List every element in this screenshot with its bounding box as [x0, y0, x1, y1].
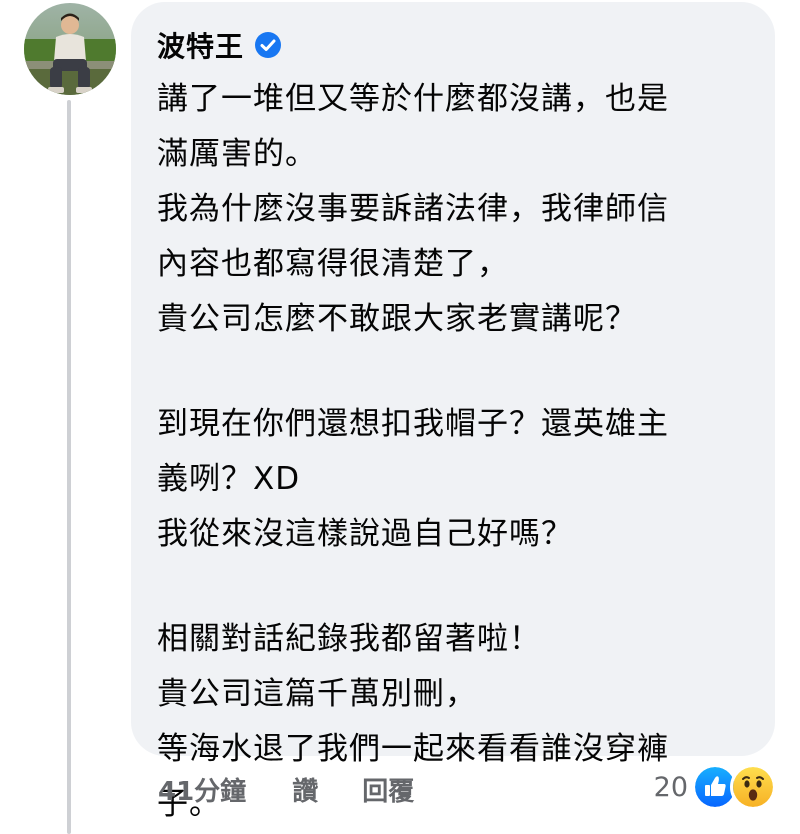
- like-button[interactable]: 讚: [292, 771, 318, 808]
- avatar-photo: [24, 3, 116, 95]
- comment-actions: 41分鐘 讚 回覆: [158, 766, 414, 812]
- comment-line: 到現在你們還想扣我帽子？還英雄主: [157, 406, 669, 442]
- comment-line: 講了一堆但又等於什麼都沒講，也是: [157, 81, 669, 117]
- reactions-summary[interactable]: 20: [654, 764, 776, 810]
- comment-line: 我為什麼沒事要訴諸法律，我律師信: [157, 191, 669, 227]
- comment-paragraph-2: 到現在你們還想扣我帽子？還英雄主 義咧？XD 我從來沒這樣說過自己好嗎？: [157, 397, 749, 562]
- reaction-count: 20: [653, 771, 688, 803]
- author-row: 波特王: [157, 22, 749, 68]
- author-name[interactable]: 波特王: [157, 25, 244, 65]
- avatar[interactable]: [24, 3, 116, 95]
- comment-text: 講了一堆但又等於什麼都沒講，也是 滿厲害的。 我為什麼沒事要訴諸法律，我律師信 …: [157, 72, 749, 832]
- comment-line: 內容也都寫得很清楚了，: [157, 246, 509, 282]
- comment-line: 相關對話紀錄我都留著啦！: [157, 621, 541, 657]
- timestamp-link[interactable]: 41分鐘: [158, 771, 246, 808]
- reaction-icons: [692, 764, 776, 810]
- comment-line: 我從來沒這樣說過自己好嗎？: [157, 516, 573, 552]
- reply-button[interactable]: 回覆: [362, 771, 414, 808]
- comment-line: 滿厲害的。: [157, 136, 317, 172]
- thread-line: [67, 100, 71, 834]
- comment-line: 義咧？XD: [157, 461, 301, 497]
- comment-line: 貴公司怎麼不敢跟大家老實講呢？: [157, 301, 637, 337]
- wow-reaction-icon: [730, 764, 776, 810]
- comment-paragraph-1: 講了一堆但又等於什麼都沒講，也是 滿厲害的。 我為什麼沒事要訴諸法律，我律師信 …: [157, 72, 749, 347]
- verified-badge-icon: [254, 31, 282, 59]
- comment-line: 貴公司這篇千萬別刪，: [157, 676, 477, 712]
- comment-bubble: 波特王 講了一堆但又等於什麼都沒講，也是 滿厲害的。 我為什麼沒事要訴諸法律，我…: [131, 2, 775, 822]
